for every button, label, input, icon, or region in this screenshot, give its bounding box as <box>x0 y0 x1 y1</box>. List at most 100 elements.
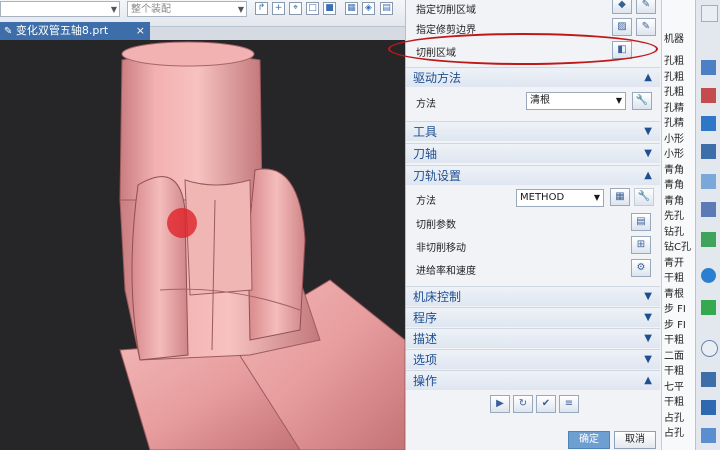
ok-button[interactable]: 确定 <box>568 431 610 449</box>
palette-icon[interactable] <box>701 232 716 247</box>
non-cutting-moves-button[interactable]: ⊞ <box>631 236 651 254</box>
section-program[interactable]: 程序 ▼ <box>406 307 660 327</box>
section-description[interactable]: 描述 ▼ <box>406 328 660 348</box>
wrench-edit-icon[interactable]: 🔧 <box>632 92 652 110</box>
flashlight-icon[interactable]: ✎ <box>636 0 656 14</box>
navigator-item[interactable]: 孔粗 <box>664 68 684 83</box>
navigator-item[interactable]: 青开 <box>664 254 684 269</box>
navigator-item[interactable]: 孔精 <box>664 114 684 129</box>
feeds-speeds-label: 进给率和速度 <box>416 266 476 277</box>
replay-icon[interactable]: ↻ <box>513 395 533 413</box>
trim-boundary-icon[interactable]: ▨ <box>612 18 632 36</box>
snap-icon[interactable]: ↱ <box>255 2 268 15</box>
layer-view-icon[interactable]: ▤ <box>380 2 393 15</box>
system-materials-icon[interactable] <box>701 372 716 387</box>
verify-icon[interactable]: ✔ <box>536 395 556 413</box>
navigator-item[interactable]: 步 FI <box>664 316 686 331</box>
navigator-item[interactable]: 孔粗 <box>664 52 684 67</box>
graphics-viewport[interactable] <box>0 40 405 450</box>
resource-bar <box>695 0 720 450</box>
section-tool-axis-title: 刀轴 <box>413 147 438 161</box>
constraint-nav-icon[interactable] <box>701 88 716 103</box>
section-options[interactable]: 选项 ▼ <box>406 349 660 369</box>
section-drive-method[interactable]: 驱动方法 ▲ <box>406 67 660 87</box>
file-tab[interactable]: ✎ 变化双管五轴8.prt × <box>0 22 150 40</box>
section-actions-title: 操作 <box>413 374 438 388</box>
method-value: METHOD <box>520 192 565 203</box>
close-tab-button[interactable]: × <box>136 22 145 40</box>
highlight-ellipse <box>388 33 658 65</box>
chevron-down-icon: ▼ <box>644 291 652 302</box>
section-description-title: 描述 <box>413 332 438 346</box>
cut-parameters-row: 切削参数 ▤ <box>406 212 660 234</box>
history-icon[interactable] <box>701 300 716 315</box>
section-tool-axis[interactable]: 刀轴 ▼ <box>406 143 660 163</box>
method-edit-icon[interactable]: ▦ <box>610 188 630 206</box>
list-icon[interactable]: ≡ <box>559 395 579 413</box>
drive-method-select[interactable]: 清根 ▼ <box>526 92 626 110</box>
section-drive-method-title: 驱动方法 <box>413 71 462 85</box>
drive-method-value: 清根 <box>530 95 550 106</box>
navigator-item[interactable]: 占孔 <box>664 409 684 424</box>
navigator-item[interactable]: 步 FI <box>664 300 686 315</box>
point-icon[interactable]: + <box>272 2 285 15</box>
chevron-down-icon: ▼ <box>644 312 652 323</box>
navigator-item[interactable]: 占孔 <box>664 424 684 439</box>
cut-area-icon[interactable]: ◆ <box>612 0 632 14</box>
section-actions[interactable]: 操作 ▲ <box>406 370 660 390</box>
operation-nav-icon[interactable] <box>701 144 716 159</box>
assembly-nav-icon[interactable] <box>701 60 716 75</box>
drive-method-label: 方法 <box>416 99 436 110</box>
section-options-title: 选项 <box>413 353 438 367</box>
section-machine-control[interactable]: 机床控制 ▼ <box>406 286 660 306</box>
web-browser-icon[interactable] <box>701 268 716 283</box>
actions-row: ▶ ↻ ✔ ≡ <box>406 394 660 418</box>
chevron-up-icon: ▲ <box>644 375 652 386</box>
navigator-item[interactable]: 先孔 <box>664 207 684 222</box>
navigator-item[interactable]: 青角 <box>664 161 684 176</box>
roles-icon[interactable] <box>701 400 716 415</box>
orient-view-icon[interactable]: ◈ <box>362 2 375 15</box>
navigator-item[interactable]: 孔精 <box>664 99 684 114</box>
flashlight-icon[interactable]: ✎ <box>636 18 656 36</box>
clock-icon[interactable] <box>701 340 718 357</box>
navigator-item[interactable]: 小形 <box>664 130 684 145</box>
machine-nav-icon[interactable] <box>701 174 716 189</box>
part-model-render <box>119 41 405 450</box>
navigator-item[interactable]: 青根 <box>664 285 684 300</box>
navigator-item[interactable]: 钻C孔 <box>664 238 691 253</box>
method-row: 方法 METHOD ▼ ▦ 🔧 <box>406 187 660 209</box>
method-select[interactable]: METHOD ▼ <box>516 189 604 207</box>
feeds-speeds-button[interactable]: ⚙ <box>631 259 651 277</box>
navigator-item[interactable]: 干粗 <box>664 269 684 284</box>
navigator-item[interactable]: 七平 <box>664 378 684 393</box>
wrench-icon[interactable]: 🔧 <box>634 188 654 206</box>
navigator-item[interactable]: 孔粗 <box>664 83 684 98</box>
navigator-item[interactable]: 青角 <box>664 176 684 191</box>
generate-toolpath-icon[interactable]: ▶ <box>490 395 510 413</box>
cancel-button[interactable]: 取消 <box>614 431 656 449</box>
navigator-item[interactable]: 干粗 <box>664 362 684 377</box>
rect-select-icon[interactable]: □ <box>306 2 319 15</box>
drive-method-row: 方法 清根 ▼ 🔧 <box>406 90 660 112</box>
reuse-library-icon[interactable] <box>701 202 716 217</box>
navigator-item[interactable]: 干粗 <box>664 331 684 346</box>
non-cutting-moves-label: 非切削移动 <box>416 243 466 254</box>
navigator-item[interactable]: 青角 <box>664 192 684 207</box>
navigator-item[interactable]: 小形 <box>664 145 684 160</box>
cut-parameters-button[interactable]: ▤ <box>631 213 651 231</box>
type-filter-combo[interactable]: ▼ <box>0 1 120 17</box>
part-nav-icon[interactable] <box>701 116 716 131</box>
settings-icon[interactable] <box>701 5 718 22</box>
cube-icon[interactable]: ■ <box>323 2 336 15</box>
grid-view-icon[interactable]: ▦ <box>345 2 358 15</box>
process-studio-icon[interactable] <box>701 428 716 443</box>
navigator-item[interactable]: 二面 <box>664 347 684 362</box>
section-toolpath-settings[interactable]: 刀轨设置 ▲ <box>406 165 660 185</box>
scope-filter-combo[interactable]: 整个装配 ▼ <box>127 1 247 17</box>
section-tool[interactable]: 工具 ▼ <box>406 121 660 141</box>
navigator-item[interactable]: 干粗 <box>664 393 684 408</box>
navigator-item[interactable]: 钻孔 <box>664 223 684 238</box>
specify-cut-area-row[interactable]: 指定切削区域 ◆ ✎ <box>406 0 660 16</box>
pin-icon[interactable]: ⌖ <box>289 2 302 15</box>
